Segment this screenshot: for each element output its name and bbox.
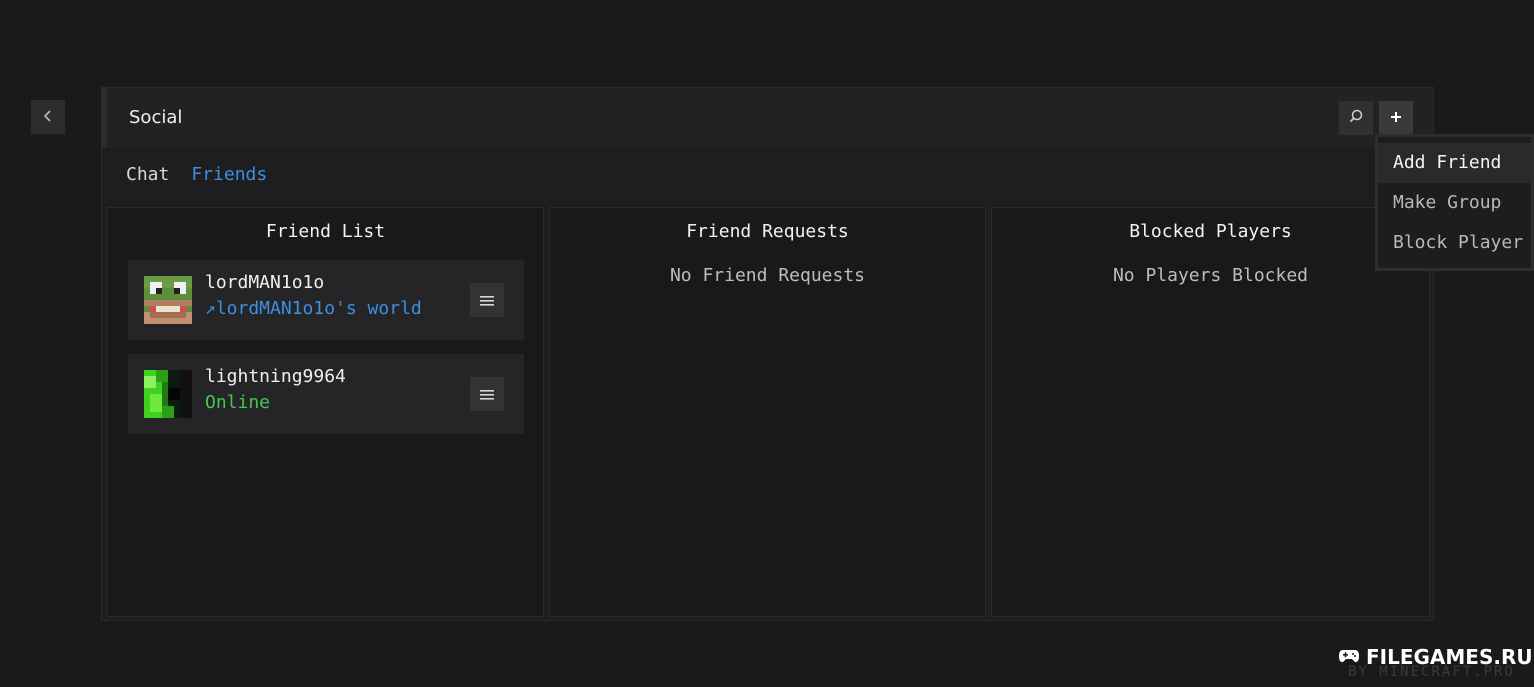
blocked-players-column: Blocked Players No Players Blocked [991,207,1430,617]
friend-options-button[interactable] [470,283,504,317]
avatar [144,370,192,418]
hamburger-menu-icon [480,385,494,404]
friend-list-title: Friend List [265,221,386,242]
tab-friends[interactable]: Friends [191,164,267,185]
plus-icon [1389,109,1403,128]
social-panel: Social Chat Friends Friend List lordMAN1… [101,87,1434,621]
panel-header: Social [102,88,1433,148]
friend-name: lordMAN1o1o [205,272,325,293]
blocked-players-empty: No Players Blocked [1112,265,1309,286]
blocked-players-title: Blocked Players [1129,221,1292,242]
tab-chat[interactable]: Chat [126,164,169,185]
add-friend-menu-item[interactable]: Add Friend [1378,143,1531,183]
make-group-menu-item[interactable]: Make Group [1378,183,1531,223]
search-icon [1348,108,1364,128]
chevron-left-icon [41,108,55,127]
friend-requests-column: Friend Requests No Friend Requests [549,207,986,617]
friend-name: lightning9964 [205,366,346,387]
block-player-menu-item[interactable]: Block Player [1378,223,1531,263]
hamburger-menu-icon [480,291,494,310]
friend-requests-title: Friend Requests [686,221,849,242]
friend-row[interactable]: lordMAN1o1o ↗lordMAN1o1o's world [128,260,524,340]
friend-row[interactable]: lightning9964 Online [128,354,524,434]
friend-list-column: Friend List lordMAN1o1o ↗lordMAN1o1o's w… [107,207,544,617]
friend-requests-empty: No Friend Requests [669,265,866,286]
add-button[interactable] [1379,101,1413,135]
page-title: Social [129,107,183,128]
search-button[interactable] [1339,101,1373,135]
add-menu-dropdown: Add Friend Make Group Block Player [1375,134,1534,271]
watermark-subtext: BY MINECRAFT.PRO [1348,664,1515,680]
back-button[interactable] [31,100,65,134]
friend-options-button[interactable] [470,377,504,411]
friend-status: Online [205,392,271,413]
friend-world-link[interactable]: ↗lordMAN1o1o's world [205,298,422,319]
avatar [144,276,192,324]
tab-bar: Chat Friends [126,164,267,185]
